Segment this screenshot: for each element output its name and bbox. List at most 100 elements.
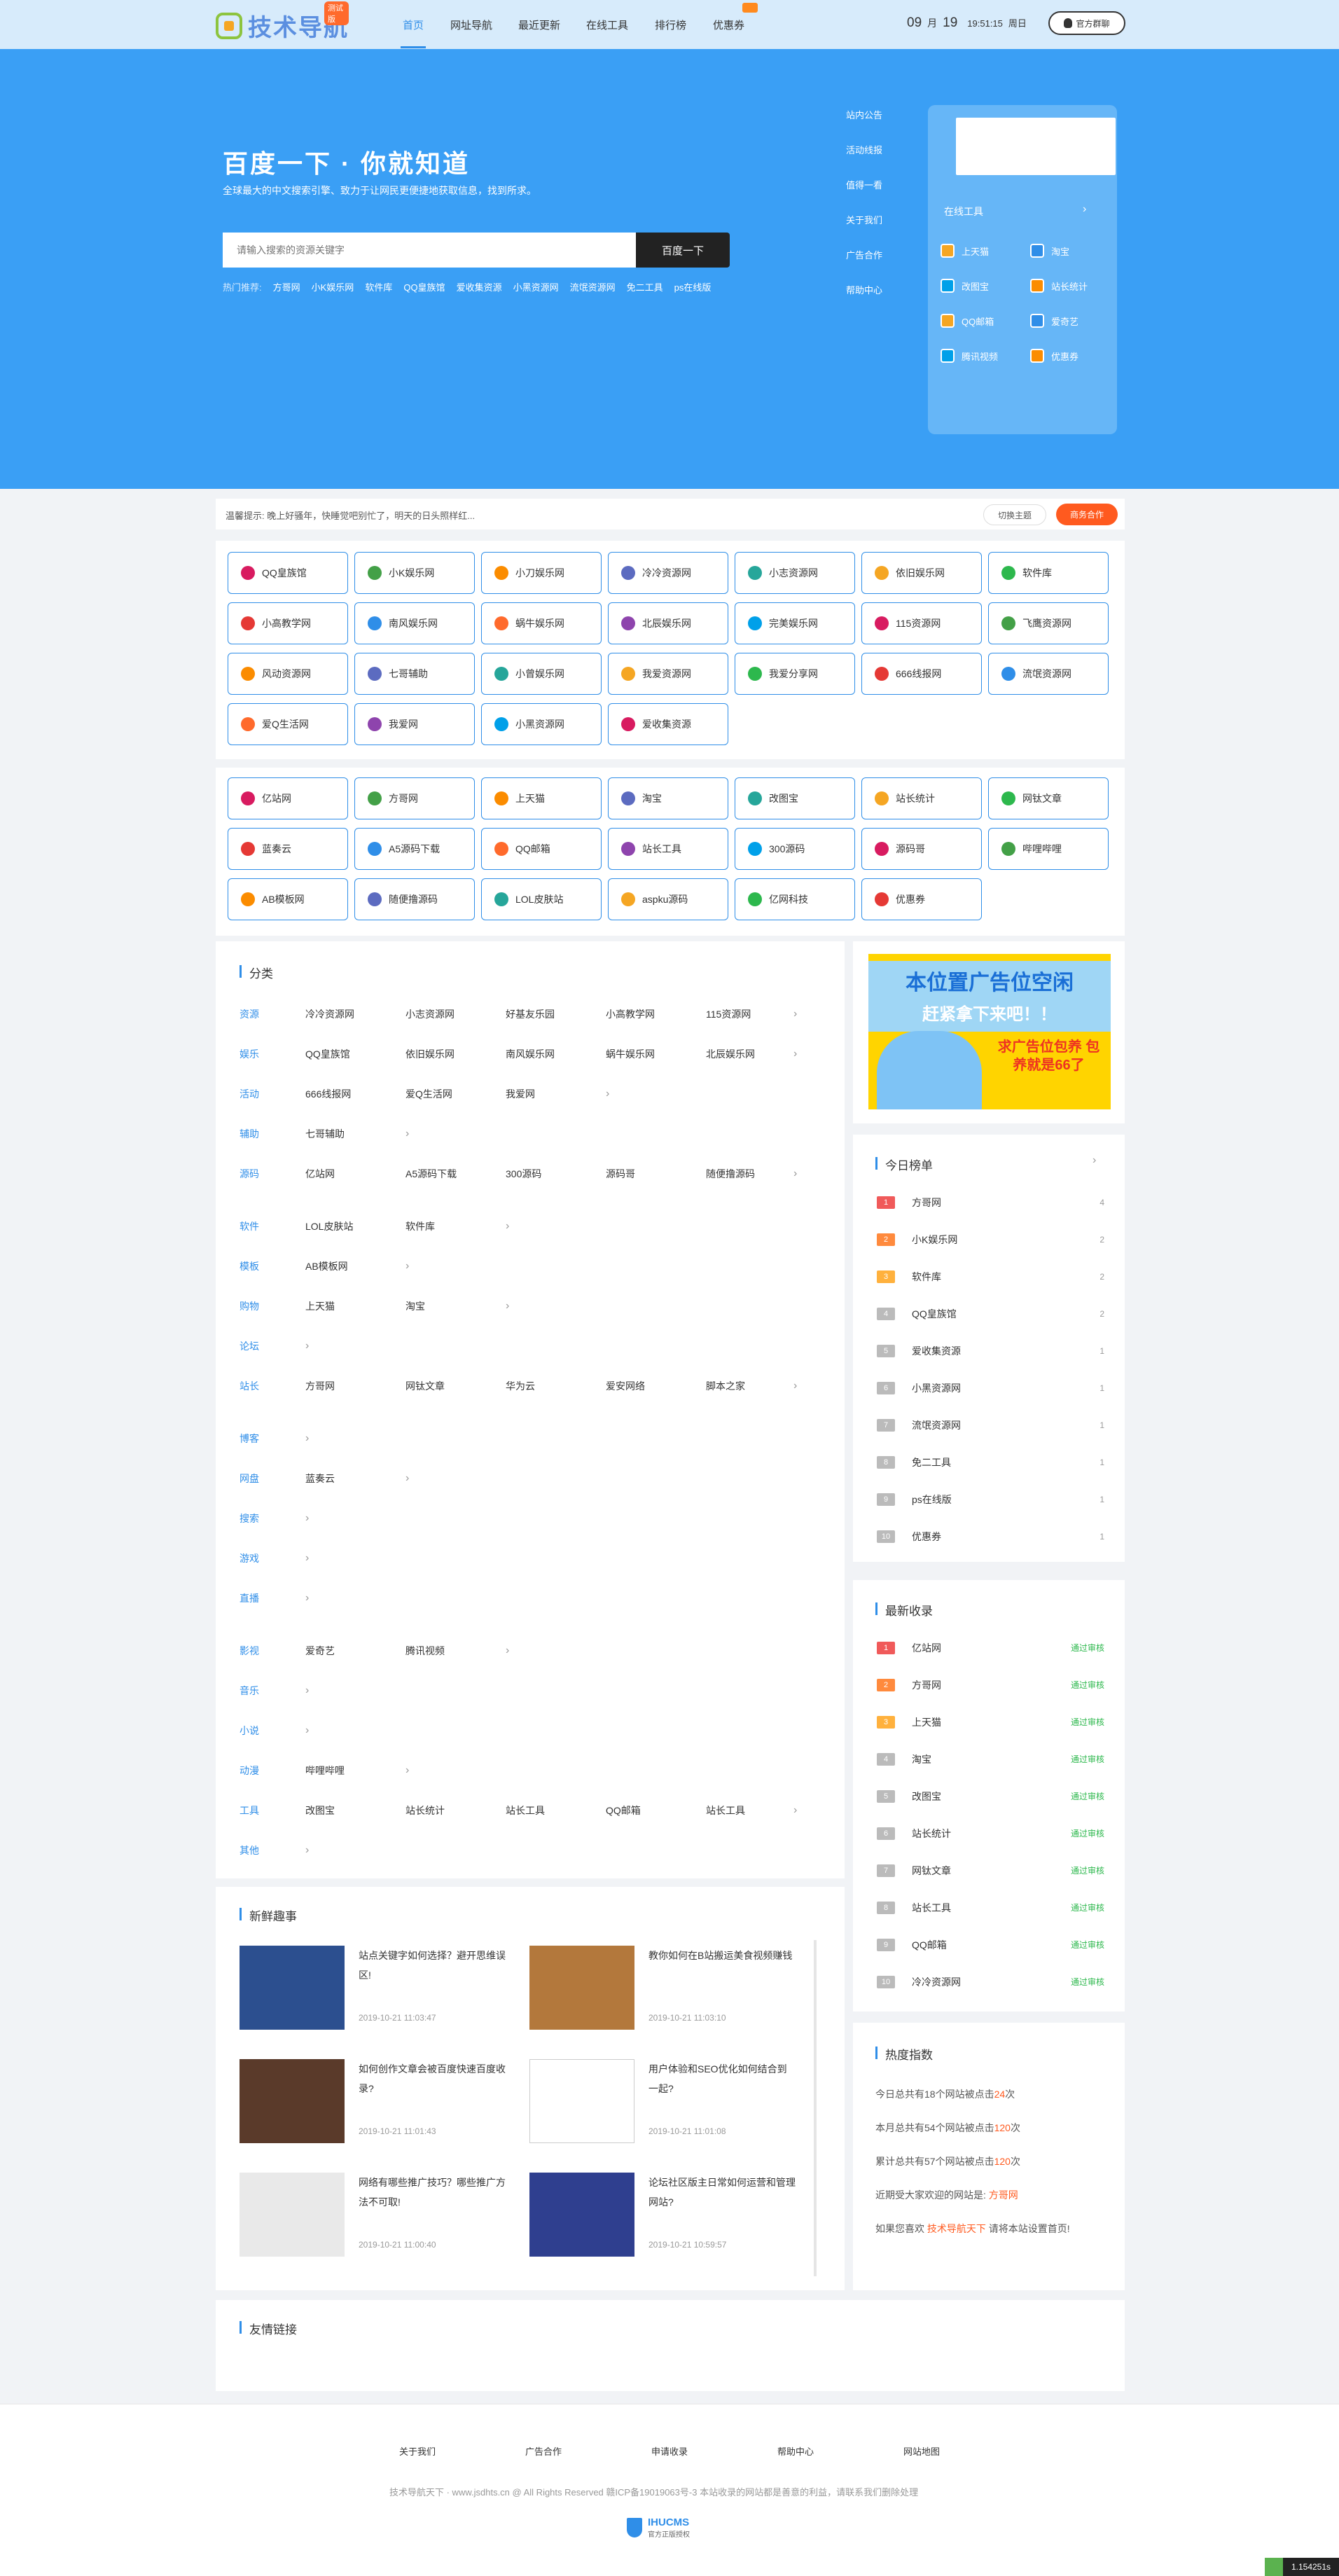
rank-row[interactable]: 9 ps在线版 1 xyxy=(877,1481,1104,1518)
category-item-link[interactable]: 爱安网络 xyxy=(606,1379,706,1393)
site-chip[interactable]: 115资源网 xyxy=(861,602,982,644)
category-item-link[interactable]: 依旧娱乐网 xyxy=(405,1047,506,1061)
site-chip[interactable]: 优惠券 xyxy=(861,878,982,920)
category-item-link[interactable]: 站长工具 xyxy=(506,1803,606,1817)
hero-side-link[interactable]: 站内公告 xyxy=(846,108,882,143)
category-name[interactable]: 站长 xyxy=(240,1379,305,1393)
news-title[interactable]: 网络有哪些推广技巧？哪些推广方法不可取! xyxy=(359,2173,506,2212)
category-item-link[interactable]: QQ邮箱 xyxy=(606,1803,706,1817)
site-chip[interactable]: 小K娱乐网 xyxy=(354,552,475,594)
category-item-link[interactable]: 666线报网 xyxy=(305,1087,405,1101)
footer-link-about[interactable]: 关于我们 xyxy=(399,2444,436,2458)
footer-link-sitemap[interactable]: 网站地图 xyxy=(903,2444,940,2458)
site-chip[interactable]: 爱Q生活网 xyxy=(228,703,348,745)
hot-word-link[interactable]: ps在线版 xyxy=(674,280,712,293)
category-item-link[interactable]: 300源码 xyxy=(506,1167,606,1181)
category-item-link[interactable]: 源码哥 xyxy=(606,1167,706,1181)
news-title[interactable]: 论坛社区版主日常如何运营和管理网站? xyxy=(648,2173,796,2212)
site-chip[interactable]: 风动资源网 xyxy=(228,653,348,695)
ihucms-badge[interactable]: IHUCMS 官方正版授权 xyxy=(627,2516,690,2539)
chevron-right-icon[interactable]: › xyxy=(405,1260,409,1273)
latest-site-name[interactable]: 上天猫 xyxy=(912,1715,1071,1729)
nav-home[interactable]: 首页 xyxy=(403,18,424,32)
category-name[interactable]: 模板 xyxy=(240,1259,305,1273)
latest-row[interactable]: 3 上天猫 通过审核 xyxy=(877,1703,1104,1740)
nav-sites[interactable]: 网址导航 xyxy=(450,18,492,32)
category-item-link[interactable]: AB模板网 xyxy=(305,1259,405,1273)
site-chip[interactable]: 我爱资源网 xyxy=(608,653,728,695)
hero-side-link[interactable]: 活动线报 xyxy=(846,143,882,178)
chevron-right-icon[interactable]: › xyxy=(405,1128,409,1140)
search-button[interactable]: 百度一下 xyxy=(636,233,730,268)
rank-row[interactable]: 5 爱收集资源 1 xyxy=(877,1332,1104,1369)
hot-word-link[interactable]: 流氓资源网 xyxy=(570,280,616,293)
chevron-right-icon[interactable]: › xyxy=(506,1300,509,1313)
site-chip[interactable]: 网钛文章 xyxy=(988,777,1109,819)
popular-site-link[interactable]: 方哥网 xyxy=(989,2189,1018,2201)
category-item-link[interactable]: 小志资源网 xyxy=(405,1007,506,1021)
category-item-link[interactable]: 蜗牛娱乐网 xyxy=(606,1047,706,1061)
search-input[interactable] xyxy=(223,233,636,268)
category-item-link[interactable]: 脚本之家 xyxy=(706,1379,806,1393)
ad-banner[interactable]: 本位置广告位空闲 赶紧拿下来吧！！ 求广告位包养 包养就是66了 xyxy=(868,954,1111,1109)
category-name[interactable]: 软件 xyxy=(240,1219,305,1233)
rank-site-name[interactable]: 软件库 xyxy=(912,1270,1099,1284)
category-name[interactable]: 音乐 xyxy=(240,1684,305,1698)
site-chip[interactable]: 七哥辅助 xyxy=(354,653,475,695)
tool-link[interactable]: QQ邮箱 xyxy=(941,314,994,328)
latest-site-name[interactable]: QQ邮箱 xyxy=(912,1938,1071,1952)
category-name[interactable]: 影视 xyxy=(240,1644,305,1658)
hero-side-link[interactable]: 关于我们 xyxy=(846,213,882,248)
rank-site-name[interactable]: 优惠券 xyxy=(912,1530,1099,1544)
news-thumbnail[interactable] xyxy=(529,2173,634,2257)
category-name[interactable]: 博客 xyxy=(240,1432,305,1446)
site-chip[interactable]: 上天猫 xyxy=(481,777,602,819)
site-chip[interactable]: 方哥网 xyxy=(354,777,475,819)
hero-side-link[interactable]: 广告合作 xyxy=(846,248,882,283)
category-item-link[interactable]: 网钛文章 xyxy=(405,1379,506,1393)
category-name[interactable]: 搜索 xyxy=(240,1511,305,1525)
nav-recent[interactable]: 最近更新 xyxy=(518,18,560,32)
news-thumbnail[interactable] xyxy=(240,2173,345,2257)
rank-site-name[interactable]: 小K娱乐网 xyxy=(912,1233,1099,1247)
category-name[interactable]: 游戏 xyxy=(240,1551,305,1565)
rank-site-name[interactable]: 爱收集资源 xyxy=(912,1344,1099,1358)
category-item-link[interactable]: 北辰娱乐网 xyxy=(706,1047,806,1061)
category-name[interactable]: 购物 xyxy=(240,1299,305,1313)
chevron-right-icon[interactable]: › xyxy=(305,1340,309,1352)
site-chip[interactable]: 小刀娱乐网 xyxy=(481,552,602,594)
latest-row[interactable]: 9 QQ邮箱 通过审核 xyxy=(877,1926,1104,1963)
category-name[interactable]: 直播 xyxy=(240,1591,305,1605)
hero-side-link[interactable]: 值得一看 xyxy=(846,178,882,213)
site-chip[interactable]: QQ皇族馆 xyxy=(228,552,348,594)
site-chip[interactable]: 站长工具 xyxy=(608,828,728,870)
site-chip[interactable]: 软件库 xyxy=(988,552,1109,594)
latest-row[interactable]: 10 冷冷资源网 通过审核 xyxy=(877,1963,1104,2000)
category-item-link[interactable]: 南风娱乐网 xyxy=(506,1047,606,1061)
nav-tools[interactable]: 在线工具 xyxy=(586,18,628,32)
site-chip[interactable]: 亿网科技 xyxy=(735,878,855,920)
latest-site-name[interactable]: 冷冷资源网 xyxy=(912,1975,1071,1989)
qq-group-button[interactable]: 官方群聊 xyxy=(1048,11,1125,35)
chevron-right-icon[interactable]: › xyxy=(1092,1154,1096,1167)
hot-word-link[interactable]: 小黑资源网 xyxy=(513,280,559,293)
news-item[interactable]: 站点关键字如何选择？避开思维误区! 2019-10-21 11:03:47 xyxy=(240,1946,520,2034)
chevron-right-icon[interactable]: › xyxy=(305,1724,309,1737)
set-homepage-link[interactable]: 技术导航天下 xyxy=(927,2223,986,2234)
category-name[interactable]: 工具 xyxy=(240,1803,305,1817)
latest-row[interactable]: 5 改图宝 通过审核 xyxy=(877,1778,1104,1815)
site-chip[interactable]: 小黑资源网 xyxy=(481,703,602,745)
rank-row[interactable]: 10 优惠券 1 xyxy=(877,1518,1104,1555)
site-chip[interactable]: 哔哩哔哩 xyxy=(988,828,1109,870)
business-coop-button[interactable]: 商务合作 xyxy=(1056,504,1118,525)
tool-link[interactable]: 腾讯视频 xyxy=(941,349,998,363)
site-chip[interactable]: 我爱网 xyxy=(354,703,475,745)
category-name[interactable]: 其他 xyxy=(240,1843,305,1857)
site-chip[interactable]: 飞鹰资源网 xyxy=(988,602,1109,644)
rank-row[interactable]: 4 QQ皇族馆 2 xyxy=(877,1295,1104,1332)
category-item-link[interactable]: 好基友乐园 xyxy=(506,1007,606,1021)
latest-site-name[interactable]: 网钛文章 xyxy=(912,1864,1071,1878)
chevron-right-icon[interactable]: › xyxy=(793,1804,797,1817)
category-item-link[interactable]: LOL皮肤站 xyxy=(305,1219,405,1233)
category-item-link[interactable]: 上天猫 xyxy=(305,1299,405,1313)
